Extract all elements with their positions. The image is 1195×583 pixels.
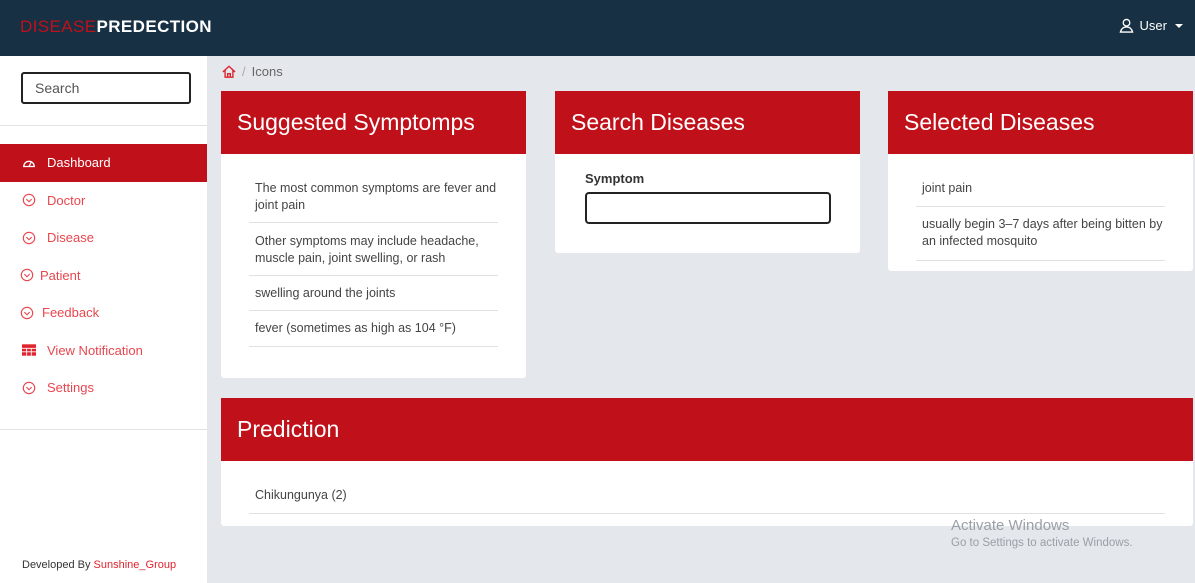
user-menu-label: User xyxy=(1139,18,1167,33)
chevron-down-circle-icon xyxy=(22,231,36,245)
prediction-list: Chikungunya (2) xyxy=(221,461,1193,514)
sidebar-item-view-notification[interactable]: View Notification xyxy=(0,332,207,370)
chevron-down-circle-icon xyxy=(20,306,34,320)
user-icon xyxy=(1119,18,1133,33)
card-title: Prediction xyxy=(221,398,1193,461)
sidebar-item-label: Patient xyxy=(40,267,81,283)
chevron-down-circle-icon xyxy=(22,193,36,207)
card-title: Suggested Symptomps xyxy=(221,91,526,154)
list-item[interactable]: Other symptoms may include headache, mus… xyxy=(249,223,498,276)
card-title: Selected Diseases xyxy=(888,91,1193,154)
search-diseases-card: Search Diseases Symptom xyxy=(555,91,860,253)
list-item[interactable]: swelling around the joints xyxy=(249,276,498,311)
chevron-down-circle-icon xyxy=(22,381,36,395)
breadcrumb-current: Icons xyxy=(251,64,283,79)
sidebar-item-dashboard[interactable]: Dashboard xyxy=(0,144,207,182)
symptom-label: Symptom xyxy=(585,171,645,186)
watermark-title: Activate Windows xyxy=(951,517,1070,534)
breadcrumb-separator: / xyxy=(242,64,246,79)
sidebar-item-doctor[interactable]: Doctor xyxy=(0,182,207,220)
sidebar-divider xyxy=(0,429,207,430)
sidebar-footer: Developed By Sunshine_Group xyxy=(22,559,176,571)
symptom-input[interactable] xyxy=(585,192,831,224)
list-item[interactable]: joint pain xyxy=(916,172,1165,207)
brand-part-prediction: PREDECTION xyxy=(96,17,212,36)
card-title: Search Diseases xyxy=(555,91,860,154)
sidebar-divider xyxy=(0,125,207,126)
list-item[interactable]: fever (sometimes as high as 104 °F) xyxy=(249,311,498,347)
footer-prefix: Developed By xyxy=(22,559,94,571)
sidebar-search-input[interactable] xyxy=(21,72,191,104)
sidebar-nav: Dashboard Doctor Disease Patient Feedbac… xyxy=(0,144,207,407)
selected-diseases-card: Selected Diseases joint pain usually beg… xyxy=(888,91,1193,271)
symptom-form: Symptom xyxy=(555,154,860,224)
sidebar-item-label: Disease xyxy=(47,230,94,246)
sidebar: Dashboard Doctor Disease Patient Feedbac… xyxy=(0,56,207,583)
brand-part-disease: DISEASE xyxy=(20,17,97,36)
suggested-symptoms-list: The most common symptoms are fever and j… xyxy=(221,154,526,347)
sidebar-item-feedback[interactable]: Feedback xyxy=(0,294,207,332)
sidebar-item-label: Feedback xyxy=(42,305,100,321)
user-menu-toggle[interactable]: User xyxy=(1119,18,1183,33)
prediction-card: Prediction Chikungunya (2) xyxy=(221,398,1193,526)
suggested-symptoms-card: Suggested Symptomps The most common symp… xyxy=(221,91,526,378)
footer-author-link[interactable]: Sunshine_Group xyxy=(94,559,177,571)
breadcrumb: / Icons xyxy=(222,64,283,79)
table-icon xyxy=(22,344,36,356)
top-navbar: DISEASEPREDECTION User xyxy=(0,0,1195,56)
watermark-subtitle: Go to Settings to activate Windows. xyxy=(951,537,1133,549)
brand-logo[interactable]: DISEASEPREDECTION xyxy=(20,17,212,37)
activate-windows-watermark: Activate Windows Go to Settings to activ… xyxy=(951,517,1133,549)
chevron-down-circle-icon xyxy=(20,268,34,282)
sidebar-item-patient[interactable]: Patient xyxy=(0,257,207,295)
sidebar-item-settings[interactable]: Settings xyxy=(0,369,207,407)
sidebar-item-label: Doctor xyxy=(47,192,86,208)
sidebar-item-label: Settings xyxy=(47,380,94,396)
caret-down-icon xyxy=(1175,23,1183,28)
home-icon[interactable] xyxy=(222,65,236,78)
sidebar-item-label: Dashboard xyxy=(47,155,111,171)
sidebar-item-disease[interactable]: Disease xyxy=(0,219,207,257)
list-item[interactable]: usually begin 3–7 days after being bitte… xyxy=(916,207,1165,261)
list-item[interactable]: Chikungunya (2) xyxy=(249,478,1165,514)
list-item[interactable]: The most common symptoms are fever and j… xyxy=(249,171,498,223)
dashboard-icon xyxy=(23,160,35,167)
selected-diseases-list: joint pain usually begin 3–7 days after … xyxy=(888,154,1193,261)
sidebar-item-label: View Notification xyxy=(47,342,143,358)
